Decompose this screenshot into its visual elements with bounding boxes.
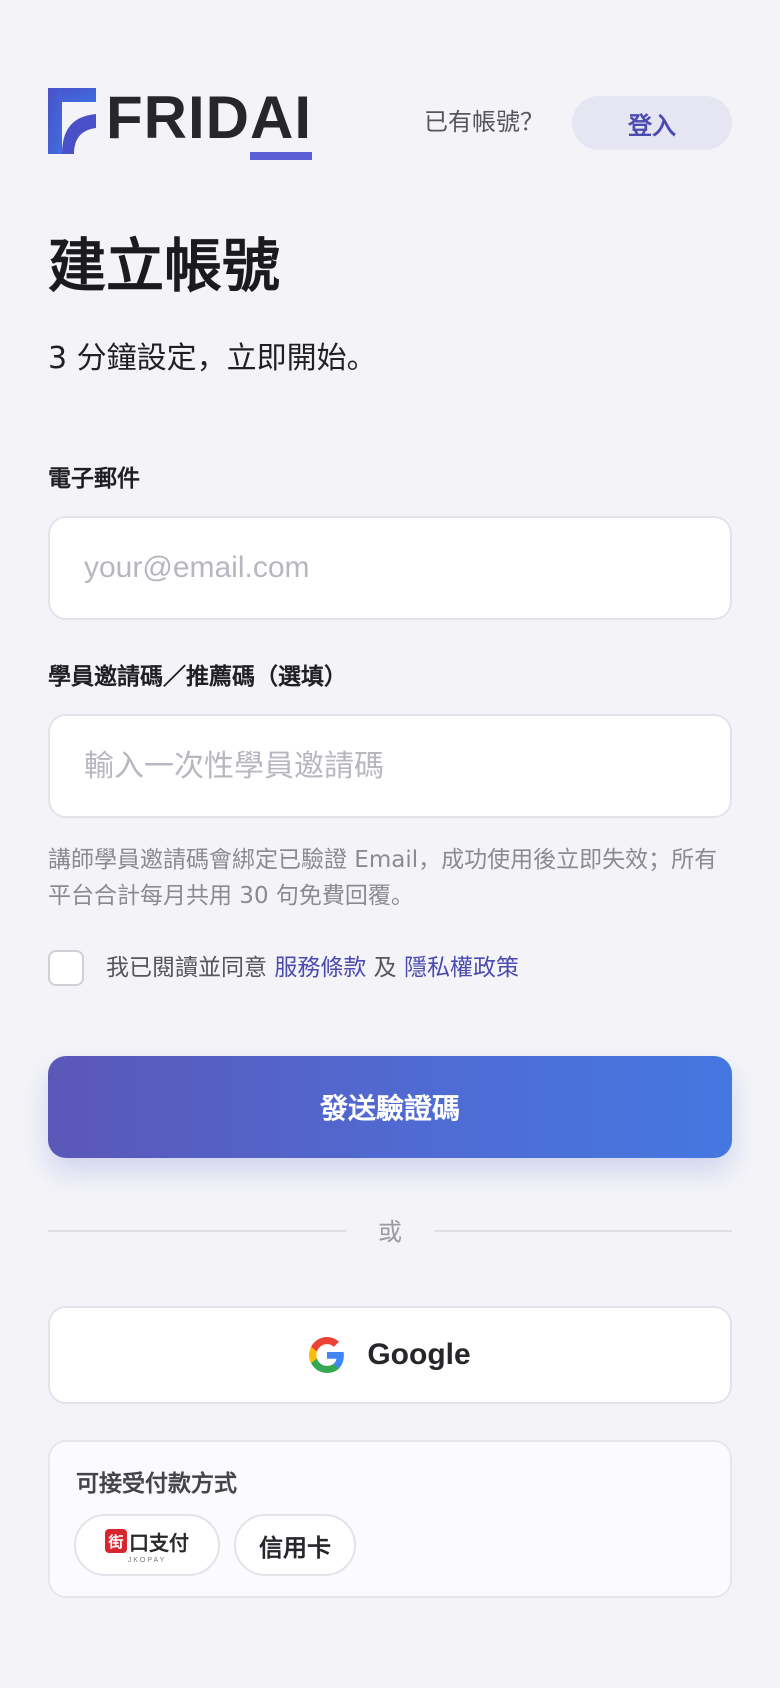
terms-of-service-link[interactable]: 服務條款: [274, 955, 366, 981]
logo-text-accent: AI: [249, 84, 312, 160]
have-account-text: 已有帳號？: [424, 108, 544, 136]
send-verification-code-button[interactable]: 發送驗證碼: [48, 1056, 732, 1158]
logo-text-main: FRID: [106, 84, 250, 151]
agree-prefix: 我已閱讀並同意: [106, 955, 275, 981]
google-signin-button[interactable]: Google: [48, 1306, 732, 1404]
jkopay-subtext: JKOPAY: [127, 1556, 167, 1564]
divider-line-right: [434, 1230, 732, 1232]
jkopay-badge: 街 口支付 JKOPAY: [74, 1514, 220, 1576]
google-label: Google: [367, 1338, 471, 1371]
credit-card-label: 信用卡: [259, 1533, 331, 1562]
jkopay-logo: 街 口支付 JKOPAY: [105, 1527, 189, 1564]
terms-agreement: 我已閱讀並同意 服務條款 及 隱私權政策: [48, 950, 519, 986]
payment-methods-card: 可接受付款方式 街 口支付 JKOPAY 信用卡: [48, 1440, 732, 1598]
email-field[interactable]: [48, 516, 732, 620]
privacy-policy-link[interactable]: 隱私權政策: [404, 955, 519, 981]
agree-text: 我已閱讀並同意 服務條款 及 隱私權政策: [106, 950, 519, 986]
login-button[interactable]: 登入: [572, 96, 732, 150]
page-subtitle: 3 分鐘設定，立即開始。: [48, 341, 377, 376]
payment-methods-title: 可接受付款方式: [76, 1471, 237, 1497]
fridai-logo-mark-icon: [48, 88, 96, 154]
agree-and: 及: [366, 955, 404, 981]
email-label: 電子郵件: [48, 466, 140, 492]
credit-card-badge: 信用卡: [234, 1514, 356, 1576]
fridai-logo[interactable]: FRIDAI: [48, 84, 312, 160]
jkopay-icon: 街: [105, 1529, 127, 1553]
invite-code-field[interactable]: [48, 714, 732, 818]
signup-page: FRIDAI 已有帳號？ 登入 建立帳號 3 分鐘設定，立即開始。 電子郵件 學…: [0, 0, 780, 1688]
agree-checkbox[interactable]: [48, 950, 84, 986]
invite-code-label: 學員邀請碼／推薦碼（選填）: [48, 664, 347, 690]
google-icon: [309, 1337, 345, 1373]
logo-wordmark: FRIDAI: [106, 84, 312, 160]
page-title: 建立帳號: [48, 232, 281, 300]
jkopay-name: 口支付: [129, 1530, 189, 1555]
invite-hint-text: 講師學員邀請碼會綁定已驗證 Email，成功使用後立即失效；所有平台合計每月共用…: [48, 847, 718, 909]
